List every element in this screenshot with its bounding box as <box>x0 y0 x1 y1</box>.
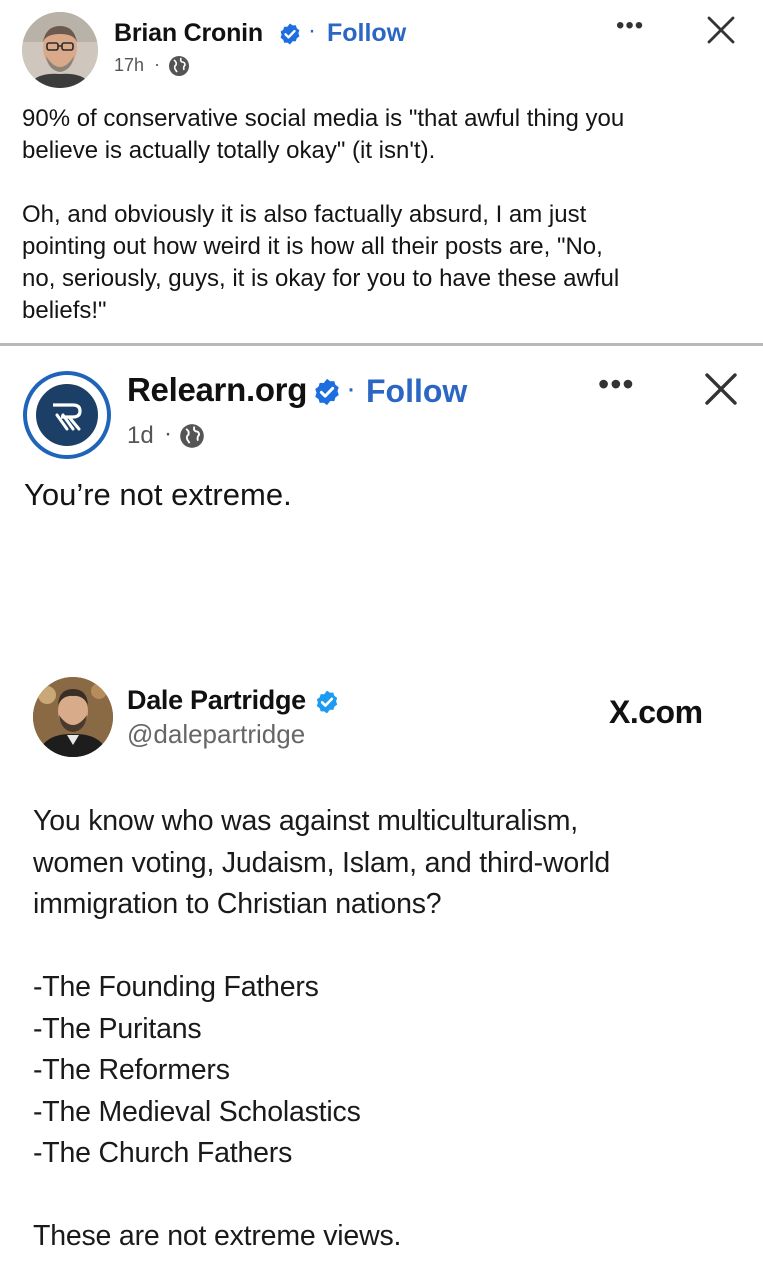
close-icon[interactable] <box>705 14 737 46</box>
post-line: no, seriously, guys, it is okay for you … <box>22 265 620 292</box>
relearn-logo-icon <box>53 403 82 431</box>
post-body: 90% of conservative social media is "tha… <box>22 103 742 327</box>
separator-dot: · <box>346 372 356 405</box>
tweet-line: immigration to Christian nations? <box>33 888 442 920</box>
verified-badge-icon <box>315 378 339 406</box>
follow-button[interactable]: Follow <box>366 373 467 410</box>
post-timestamp[interactable]: 1d <box>127 422 154 450</box>
author-name[interactable]: Brian Cronin <box>114 19 263 48</box>
tweet-line: -The Reformers <box>33 1054 230 1086</box>
more-options-icon[interactable]: ••• <box>616 12 644 40</box>
post-timestamp[interactable]: 17h <box>114 55 144 76</box>
shared-caption: You’re not extreme. <box>24 477 292 512</box>
page-name[interactable]: Relearn.org <box>127 371 307 409</box>
post-line: pointing out how weird it is how all the… <box>22 233 603 260</box>
tweet-line: These are not extreme views. <box>33 1220 402 1252</box>
tweet-author-name: Dale Partridge <box>127 685 306 715</box>
post-line: beliefs!" <box>22 297 107 324</box>
author-avatar[interactable] <box>22 12 98 88</box>
verified-badge-icon <box>280 23 300 45</box>
divider <box>0 343 763 346</box>
tweet-line: -The Puritans <box>33 1012 202 1045</box>
post-line: 90% of conservative social media is "tha… <box>22 105 625 132</box>
follow-button[interactable]: Follow <box>327 19 406 48</box>
verified-badge-icon <box>316 690 338 714</box>
tweet-line: You know who was against multiculturalis… <box>33 805 578 837</box>
globe-icon <box>180 424 204 448</box>
post-line: Oh, and obviously it is also factually a… <box>22 201 587 228</box>
post-line: believe is actually totally okay" (it is… <box>22 137 436 164</box>
separator-dot: · <box>164 420 172 447</box>
tweet-body: You know who was against multiculturalis… <box>33 801 733 1258</box>
tweet-line: -The Founding Fathers <box>33 971 319 1003</box>
separator-dot: · <box>154 54 160 74</box>
relearn-logo-avatar[interactable] <box>23 371 111 459</box>
separator-dot: · <box>308 17 316 44</box>
more-options-icon[interactable]: ••• <box>598 366 635 403</box>
tweet-line: women voting, Judaism, Islam, and third-… <box>33 846 611 879</box>
x-com-source-label: X.com <box>609 694 703 730</box>
tweet-line: -The Medieval Scholastics <box>33 1095 361 1128</box>
close-icon[interactable] <box>702 370 740 408</box>
tweet-author-handle: @dalepartridge <box>127 719 306 749</box>
globe-icon <box>169 56 189 76</box>
tweet-author-avatar <box>33 677 113 757</box>
tweet-line: -The Church Fathers <box>33 1137 293 1169</box>
